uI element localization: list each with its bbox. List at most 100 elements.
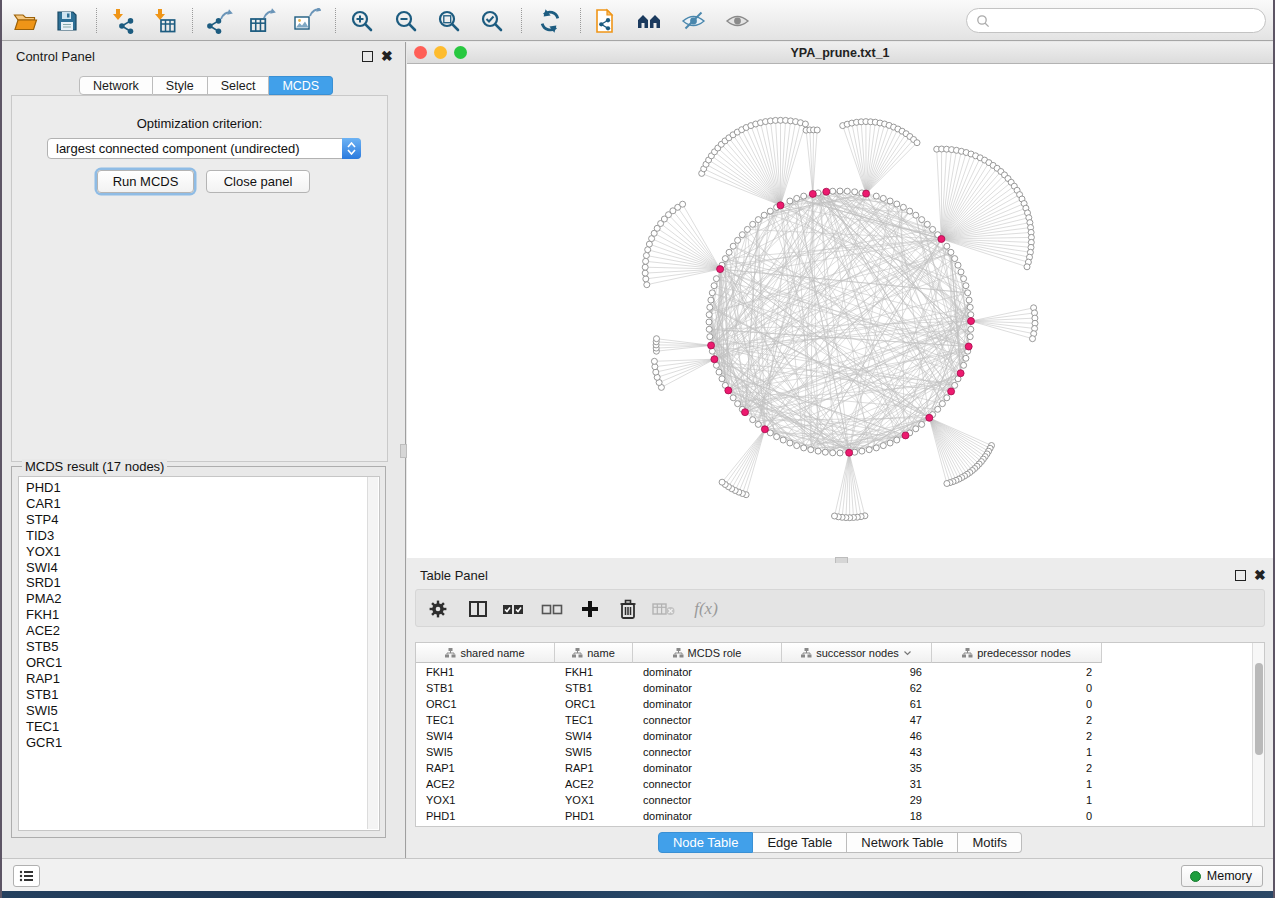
function-builder-icon[interactable]: f(x) — [692, 595, 720, 623]
mcds-result-item[interactable]: FKH1 — [26, 607, 379, 623]
cell-successor-nodes: 29 — [782, 792, 932, 808]
network-view[interactable] — [407, 64, 1273, 558]
network-window-titlebar[interactable]: YPA_prune.txt_1 — [407, 42, 1273, 64]
zoom-selected-icon[interactable] — [478, 7, 506, 35]
column-header-shared-name[interactable]: shared name — [416, 643, 555, 663]
mcds-result-item[interactable]: GCR1 — [26, 735, 379, 751]
cell-name: FKH1 — [555, 664, 633, 680]
column-header-name[interactable]: name — [555, 643, 633, 663]
column-header-predecessor-nodes[interactable]: predecessor nodes — [932, 643, 1102, 663]
table-row[interactable]: STB1STB1dominator620 — [416, 680, 1253, 696]
mcds-result-item[interactable]: SWI4 — [26, 560, 379, 576]
tab-edge-table[interactable]: Edge Table — [753, 832, 847, 853]
table-row[interactable]: ORC1ORC1dominator610 — [416, 696, 1253, 712]
cell-shared-name: FKH1 — [416, 664, 555, 680]
table-row[interactable]: RAP1RAP1dominator352 — [416, 760, 1253, 776]
cell-predecessor-nodes: 2 — [932, 728, 1102, 744]
table-row[interactable]: YOX1YOX1connector291 — [416, 792, 1253, 808]
tab-motifs[interactable]: Motifs — [958, 832, 1022, 853]
cell-MCDS-role: dominator — [633, 760, 782, 776]
save-icon[interactable] — [53, 7, 81, 35]
zoom-fit-icon[interactable] — [435, 7, 463, 35]
task-history-button[interactable] — [13, 865, 40, 887]
mcds-result-item[interactable]: TID3 — [26, 528, 379, 544]
cell-MCDS-role: connector — [633, 776, 782, 792]
table-row[interactable]: SWI5SWI5connector431 — [416, 744, 1253, 760]
table-row[interactable]: SWI4SWI4dominator462 — [416, 728, 1253, 744]
mcds-result-item[interactable]: STB1 — [26, 687, 379, 703]
cell-name: ORC1 — [555, 696, 633, 712]
tab-node-table[interactable]: Node Table — [658, 832, 754, 853]
hide-selected-icon[interactable] — [680, 7, 708, 35]
status-bar: Memory — [0, 858, 1275, 891]
network-file-icon[interactable] — [591, 7, 619, 35]
table-scrollbar-thumb[interactable] — [1255, 663, 1263, 755]
mcds-result-item[interactable]: STP4 — [26, 512, 379, 528]
table-panel-close-icon[interactable]: ✖ — [1254, 567, 1266, 583]
optimization-criterion-select[interactable]: largest connected component (undirected) — [47, 138, 361, 159]
first-neighbors-icon[interactable] — [636, 7, 664, 35]
delete-icon[interactable] — [614, 595, 642, 623]
mcds-result-group: MCDS result (17 nodes) PHD1CAR1STP4TID3Y… — [11, 466, 386, 838]
tab-network-table[interactable]: Network Table — [847, 832, 958, 853]
refresh-icon[interactable] — [536, 7, 564, 35]
tab-style[interactable]: Style — [153, 76, 208, 95]
tab-mcds[interactable]: MCDS — [269, 76, 333, 95]
select-all-icon[interactable] — [499, 595, 527, 623]
vertical-divider-grip[interactable] — [400, 444, 407, 458]
table-row[interactable]: ACE2ACE2connector311 — [416, 776, 1253, 792]
import-network-icon[interactable] — [109, 7, 137, 35]
cell-name: SWI4 — [555, 728, 633, 744]
export-table-icon[interactable] — [249, 7, 277, 35]
add-icon[interactable] — [576, 595, 604, 623]
mcds-result-item[interactable]: TEC1 — [26, 719, 379, 735]
zoom-out-icon[interactable] — [392, 7, 420, 35]
mcds-list-scrollbar[interactable] — [367, 477, 378, 829]
memory-button[interactable]: Memory — [1181, 865, 1263, 887]
import-table-icon[interactable] — [151, 7, 179, 35]
tab-select[interactable]: Select — [208, 76, 270, 95]
run-mcds-button[interactable]: Run MCDS — [97, 170, 194, 193]
export-network-icon[interactable] — [205, 7, 233, 35]
tab-network[interactable]: Network — [79, 76, 153, 95]
cell-MCDS-role: connector — [633, 712, 782, 728]
main-toolbar — [0, 0, 1275, 41]
table-row[interactable]: FKH1FKH1dominator962 — [416, 664, 1253, 680]
unselect-all-icon[interactable] — [538, 595, 566, 623]
cell-name: RAP1 — [555, 760, 633, 776]
cell-successor-nodes: 61 — [782, 696, 932, 712]
mcds-result-item[interactable]: SWI5 — [26, 703, 379, 719]
mcds-result-item[interactable]: CAR1 — [26, 496, 379, 512]
zoom-in-icon[interactable] — [348, 7, 376, 35]
open-folder-icon[interactable] — [12, 7, 40, 35]
mcds-result-item[interactable]: ORC1 — [26, 655, 379, 671]
control-panel-close-icon[interactable]: ✖ — [381, 48, 393, 64]
columns-icon[interactable] — [464, 595, 492, 623]
mcds-result-item[interactable]: YOX1 — [26, 544, 379, 560]
cell-shared-name: ORC1 — [416, 696, 555, 712]
mcds-result-item[interactable]: PHD1 — [26, 480, 379, 496]
table-panel-float-icon[interactable] — [1235, 570, 1246, 581]
column-header-successor-nodes[interactable]: successor nodes — [782, 643, 932, 663]
gear-icon[interactable] — [424, 595, 452, 623]
search-input[interactable] — [966, 8, 1266, 33]
table-scrollbar[interactable] — [1252, 643, 1264, 826]
cell-successor-nodes: 35 — [782, 760, 932, 776]
mcds-result-item[interactable]: SRD1 — [26, 575, 379, 591]
mcds-result-item[interactable]: RAP1 — [26, 671, 379, 687]
mcds-result-list[interactable]: PHD1CAR1STP4TID3YOX1SWI4SRD1PMA2FKH1ACE2… — [18, 476, 380, 831]
export-image-icon[interactable] — [293, 7, 321, 35]
toolbar-separator — [335, 8, 336, 33]
cell-MCDS-role: dominator — [633, 728, 782, 744]
mcds-result-item[interactable]: STB5 — [26, 639, 379, 655]
show-all-icon[interactable] — [724, 7, 752, 35]
close-panel-button[interactable]: Close panel — [206, 170, 310, 193]
control-panel-float-icon[interactable] — [362, 51, 373, 62]
column-header-MCDS-role[interactable]: MCDS role — [633, 643, 782, 663]
table-row[interactable]: PHD1PHD1dominator180 — [416, 808, 1253, 824]
mcds-result-item[interactable]: ACE2 — [26, 623, 379, 639]
mcds-result-item[interactable]: PMA2 — [26, 591, 379, 607]
delete-table-icon[interactable] — [650, 595, 678, 623]
memory-status-icon — [1190, 871, 1201, 882]
table-row[interactable]: TEC1TEC1connector472 — [416, 712, 1253, 728]
